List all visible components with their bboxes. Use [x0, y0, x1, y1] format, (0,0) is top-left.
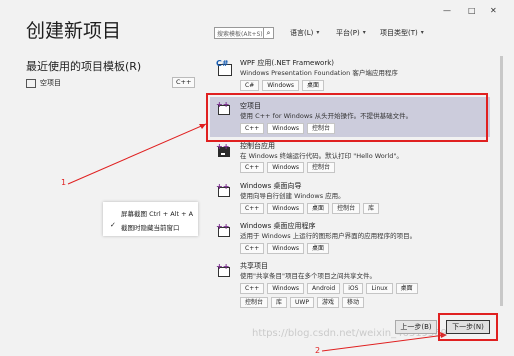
annotation-arrows: [67, 123, 447, 352]
annotation-marker-1: 1: [61, 178, 67, 187]
arrow-1-line: [67, 123, 207, 185]
back-button[interactable]: 上一步(B): [395, 320, 437, 334]
highlight-box-2: [438, 313, 498, 341]
annotation-marker-2: 2: [315, 346, 321, 355]
